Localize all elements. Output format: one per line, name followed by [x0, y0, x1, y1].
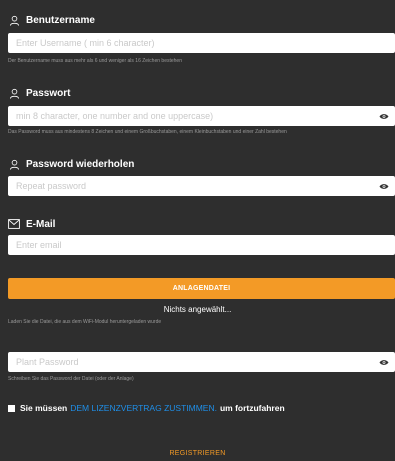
email-label-row: E-Mail	[8, 216, 55, 232]
consent-prefix: Sie müssen	[20, 403, 68, 413]
consent-checkbox[interactable]	[8, 404, 15, 412]
envelope-icon	[8, 218, 20, 230]
consent-suffix: um fortzufahren	[219, 403, 285, 413]
email-label: E-Mail	[26, 218, 56, 230]
eye-icon[interactable]	[379, 111, 389, 121]
register-button[interactable]: REGISTRIEREN	[0, 449, 395, 458]
upload-hint: Laden Sie die Datei, die aus dem WiFi-Mo…	[8, 319, 162, 325]
password-repeat-label-row: Password wiederholen	[8, 156, 134, 172]
username-input[interactable]	[8, 33, 395, 53]
user-icon	[8, 14, 20, 26]
upload-file-button[interactable]: ANLAGENDATEI	[8, 278, 395, 299]
eye-icon[interactable]	[379, 181, 389, 191]
password-hint: Das Password muss aus mindestens 8 Zeich…	[8, 129, 287, 135]
eye-icon[interactable]	[379, 357, 389, 367]
username-label-row: Benutzername	[8, 12, 95, 28]
license-agreement-link[interactable]: DEM LIZENZVERTRAG ZUSTIMMEN.	[70, 403, 217, 413]
email-input[interactable]	[8, 235, 395, 255]
license-consent: Sie müssen DEM LIZENZVERTRAG ZUSTIMMEN. …	[8, 403, 285, 413]
user-icon	[8, 158, 20, 170]
plant-password-input[interactable]	[8, 352, 395, 372]
password-label-row: Passwort	[8, 85, 70, 101]
username-label: Benutzername	[26, 14, 95, 26]
username-hint: Der Benutzername muss aus mehr als 6 und…	[8, 58, 182, 64]
password-input[interactable]	[8, 106, 395, 126]
plant-password-hint: Schreiben Sie das Password der Datei (od…	[8, 376, 134, 382]
file-status: Nichts angewählt...	[163, 305, 232, 314]
password-label: Passwort	[26, 87, 71, 99]
password-repeat-label: Password wiederholen	[26, 158, 135, 170]
password-repeat-input[interactable]	[8, 176, 395, 196]
user-icon	[8, 87, 20, 99]
